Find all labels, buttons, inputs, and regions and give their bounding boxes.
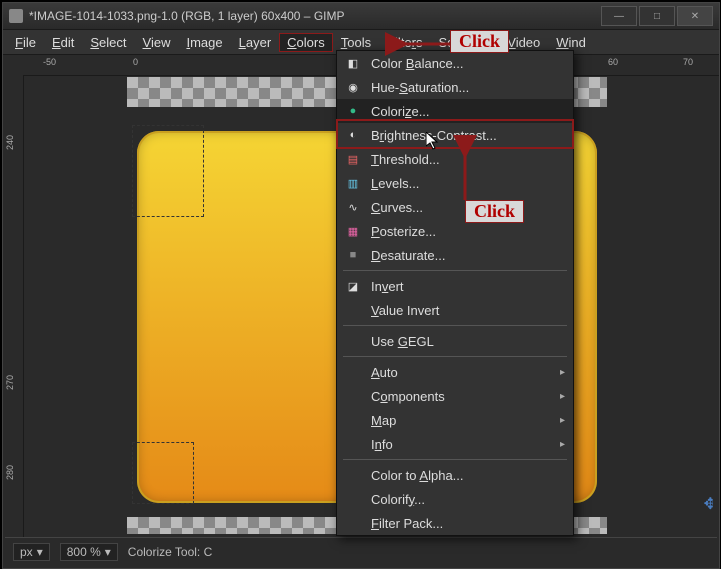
curves-icon: ∿ — [345, 199, 361, 215]
menu-invert[interactable]: ◪Invert — [337, 274, 573, 298]
chevron-down-icon: ▾ — [37, 545, 43, 559]
statusbar: px▾ 800 %▾ Colorize Tool: C — [5, 537, 717, 566]
menu-components[interactable]: Components — [337, 384, 573, 408]
menu-brightness-contrast[interactable]: ◐Brightness-Contrast... — [337, 123, 573, 147]
menu-file[interactable]: File — [7, 33, 44, 52]
menu-colors[interactable]: Colors — [279, 33, 333, 52]
menu-map[interactable]: Map — [337, 408, 573, 432]
ruler-vertical: 240 270 280 — [3, 75, 24, 538]
arrow-to-item — [455, 145, 475, 208]
maximize-button[interactable]: □ — [639, 6, 675, 26]
menu-windows[interactable]: Wind — [548, 33, 594, 52]
menu-edit[interactable]: Edit — [44, 33, 82, 52]
arrow-to-menu — [395, 34, 455, 57]
separator — [343, 325, 567, 326]
menu-colorify[interactable]: Colorify... — [337, 487, 573, 511]
annotation-click-item: Click — [465, 200, 524, 223]
menu-color-balance[interactable]: ◧Color Balance... — [337, 51, 573, 75]
menu-tools[interactable]: Tools — [333, 33, 379, 52]
minimize-button[interactable]: — — [601, 6, 637, 26]
menu-use-gegl[interactable]: Use GEGL — [337, 329, 573, 353]
colorize-icon: ● — [345, 103, 361, 119]
menu-colorize[interactable]: ●Colorize... — [337, 99, 573, 123]
menu-hue-saturation[interactable]: ◉Hue-Saturation... — [337, 75, 573, 99]
menu-image[interactable]: Image — [178, 33, 230, 52]
menu-filter-pack[interactable]: Filter Pack... — [337, 511, 573, 535]
window-title: *IMAGE-1014-1033.png-1.0 (RGB, 1 layer) … — [29, 9, 601, 23]
posterize-icon: ▦ — [345, 223, 361, 239]
menu-view[interactable]: View — [135, 33, 179, 52]
colors-dropdown: ◧Color Balance... ◉Hue-Saturation... ●Co… — [336, 50, 574, 536]
menu-auto[interactable]: Auto — [337, 360, 573, 384]
unit-selector[interactable]: px▾ — [13, 543, 50, 561]
menu-layer[interactable]: Layer — [231, 33, 280, 52]
separator — [343, 356, 567, 357]
navigate-icon[interactable]: ✥ — [704, 494, 713, 514]
app-icon — [9, 9, 23, 23]
levels-icon: ▥ — [345, 175, 361, 191]
separator — [343, 270, 567, 271]
zoom-selector[interactable]: 800 %▾ — [60, 543, 118, 561]
cursor-icon — [426, 132, 440, 154]
balance-icon: ◧ — [345, 55, 361, 71]
separator — [343, 459, 567, 460]
annotation-click-menu: Click — [450, 30, 509, 53]
menu-value-invert[interactable]: Value Invert — [337, 298, 573, 322]
menu-color-to-alpha[interactable]: Color to Alpha... — [337, 463, 573, 487]
menu-desaturate[interactable]: ■Desaturate... — [337, 243, 573, 267]
invert-icon: ◪ — [345, 278, 361, 294]
brightness-icon: ◐ — [345, 127, 361, 143]
hue-icon: ◉ — [345, 79, 361, 95]
selection-marquee — [132, 125, 204, 217]
titlebar[interactable]: *IMAGE-1014-1033.png-1.0 (RGB, 1 layer) … — [3, 3, 719, 30]
menu-select[interactable]: Select — [82, 33, 134, 52]
selection-marquee — [132, 442, 194, 504]
status-text: Colorize Tool: C — [128, 545, 212, 559]
menu-info[interactable]: Info — [337, 432, 573, 456]
menu-posterize[interactable]: ▦Posterize... — [337, 219, 573, 243]
threshold-icon: ▤ — [345, 151, 361, 167]
desaturate-icon: ■ — [345, 247, 361, 263]
window-controls: — □ ✕ — [601, 6, 713, 26]
chevron-down-icon: ▾ — [105, 545, 111, 559]
close-button[interactable]: ✕ — [677, 6, 713, 26]
